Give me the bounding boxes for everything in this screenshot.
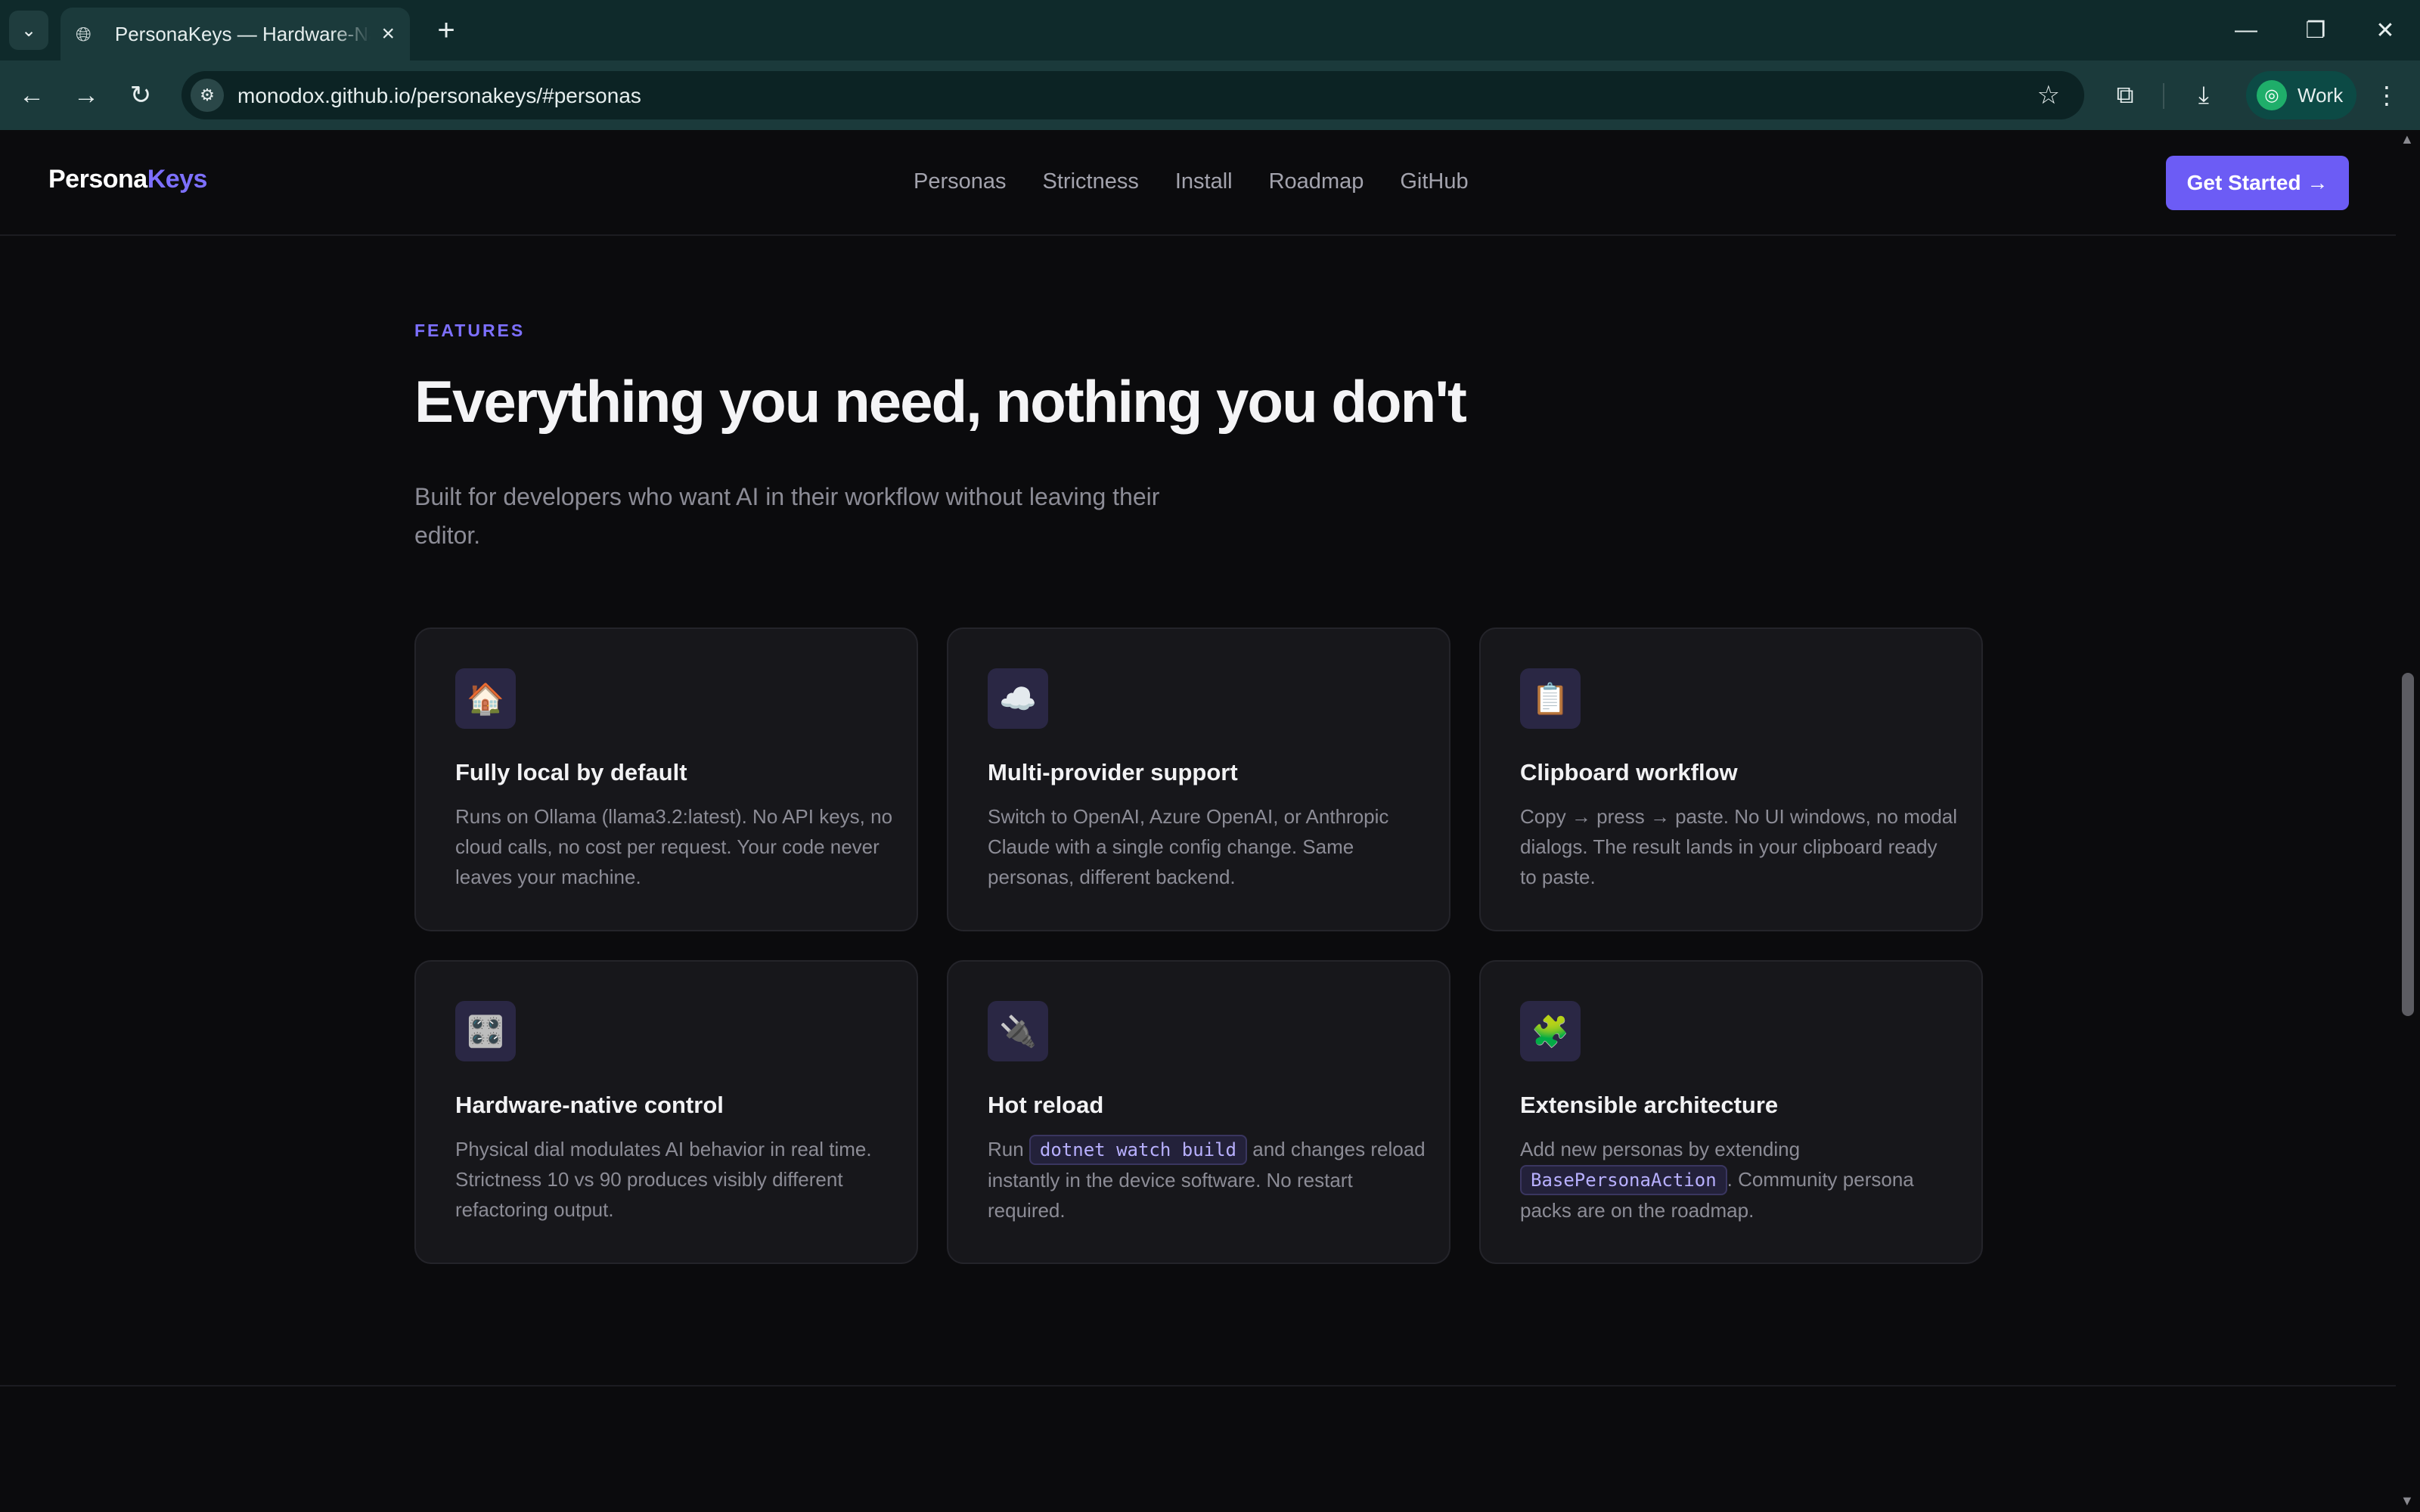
clipboard-icon: 📋 [1520, 668, 1581, 729]
download-icon[interactable]: ⤓ [2187, 79, 2220, 112]
nav-link-strictness[interactable]: Strictness [1043, 169, 1139, 194]
feature-card-local: 🏠 Fully local by default Runs on Ollama … [414, 627, 918, 931]
feature-title: Multi-provider support [988, 759, 1238, 785]
tab-strip: ⌄ 🌐︎ PersonaKeys — Hardware-Native × + —… [0, 0, 2420, 60]
menu-kebab-icon[interactable]: ⋮ [2370, 79, 2403, 112]
feature-card-extensible: 🧩 Extensible architecture Add new person… [1479, 960, 1983, 1264]
cloud-icon: ☁️ [988, 668, 1048, 729]
scroll-down-arrow-icon[interactable]: ▼ [2400, 1493, 2414, 1509]
close-window-button[interactable]: ✕ [2350, 0, 2420, 60]
nav-link-install[interactable]: Install [1175, 169, 1233, 194]
desc-text: Run [988, 1138, 1029, 1160]
minimize-button[interactable]: — [2211, 0, 2281, 60]
close-tab-icon[interactable]: × [381, 21, 395, 47]
plug-icon: 🔌 [988, 1001, 1048, 1061]
feature-title: Hot reload [988, 1092, 1104, 1118]
code-snippet: BasePersonaAction [1520, 1165, 1727, 1195]
control-knobs-icon: 🎛️ [455, 1001, 516, 1061]
feature-description: Runs on Ollama (llama3.2:latest). No API… [455, 805, 893, 888]
site-info-icon[interactable]: ⚙ [191, 79, 224, 112]
profile-button[interactable]: ◎ Work [2246, 71, 2356, 119]
desc-text: Add new personas by extending [1520, 1138, 1801, 1160]
chevron-down-icon: ⌄ [20, 20, 37, 41]
profile-avatar-icon: ◎ [2257, 80, 2287, 110]
page-scrollbar[interactable]: ▲ ▼ [2396, 130, 2420, 1512]
feature-description: Run dotnet watch build and changes reloa… [988, 1134, 1426, 1225]
forward-button[interactable]: → [67, 76, 106, 115]
url-text: monodox.github.io/personakeys/#personas [237, 84, 641, 107]
scroll-up-arrow-icon[interactable]: ▲ [2400, 132, 2414, 147]
feature-card-clipboard: 📋 Clipboard workflow Copy → press → past… [1479, 627, 1983, 931]
globe-icon: 🌐︎ [76, 23, 92, 45]
nav-link-github[interactable]: GitHub [1400, 169, 1468, 194]
new-tab-button[interactable]: + [427, 11, 466, 50]
feature-card-hardware: 🎛️ Hardware-native control Physical dial… [414, 960, 918, 1264]
scrollbar-thumb[interactable] [2402, 673, 2414, 1016]
address-bar[interactable]: ⚙ monodox.github.io/personakeys/#persona… [182, 71, 2084, 119]
feature-card-multi-provider: ☁️ Multi-provider support Switch to Open… [947, 627, 1450, 931]
feature-title: Fully local by default [455, 759, 687, 785]
tab-title: PersonaKeys — Hardware-Native [114, 22, 371, 45]
section-eyebrow: FEATURES [414, 321, 526, 340]
feature-card-hot-reload: 🔌 Hot reload Run dotnet watch build and … [947, 960, 1450, 1264]
section-divider [0, 1385, 2396, 1387]
page-viewport: PersonaKeys Personas Strictness Install … [0, 130, 2396, 1512]
browser-chrome: ⌄ 🌐︎ PersonaKeys — Hardware-Native × + —… [0, 0, 2420, 130]
site-logo[interactable]: PersonaKeys [48, 165, 207, 194]
code-snippet: dotnet watch build [1028, 1135, 1248, 1165]
restore-button[interactable]: ❐ [2281, 0, 2350, 60]
back-button[interactable]: ← [12, 76, 51, 115]
site-nav-links: Personas Strictness Install Roadmap GitH… [914, 169, 1469, 194]
section-heading: Everything you need, nothing you don't [414, 368, 1467, 435]
tab-search-button[interactable]: ⌄ [9, 11, 48, 50]
feature-description: Physical dial modulates AI behavior in r… [455, 1138, 872, 1221]
feature-title: Clipboard workflow [1520, 759, 1738, 785]
feature-description: Add new personas by extending BasePerson… [1520, 1134, 1959, 1225]
feature-description: Copy → press → paste. No UI windows, no … [1520, 805, 1958, 888]
site-header: PersonaKeys Personas Strictness Install … [0, 130, 2396, 236]
get-started-button[interactable]: Get Started → [2166, 156, 2349, 210]
nav-link-personas[interactable]: Personas [914, 169, 1007, 194]
nav-link-roadmap[interactable]: Roadmap [1269, 169, 1364, 194]
feature-description: Switch to OpenAI, Azure OpenAI, or Anthr… [988, 805, 1389, 888]
logo-main-text: Persona [48, 165, 147, 194]
extensions-icon[interactable]: ⧉ [2108, 79, 2142, 112]
toolbar-divider [2163, 83, 2164, 109]
logo-accent-text: Keys [147, 165, 208, 194]
feature-title: Extensible architecture [1520, 1092, 1779, 1118]
browser-toolbar: ← → ↻ ⚙ monodox.github.io/personakeys/#p… [0, 60, 2420, 130]
browser-tab-active[interactable]: 🌐︎ PersonaKeys — Hardware-Native × [60, 8, 410, 60]
bookmark-star-icon[interactable]: ☆ [2037, 80, 2060, 110]
reload-button[interactable]: ↻ [121, 76, 160, 115]
section-lede: Built for developers who want AI in thei… [414, 483, 1160, 549]
profile-label: Work [2297, 83, 2344, 107]
puzzle-icon: 🧩 [1520, 1001, 1581, 1061]
feature-title: Hardware-native control [455, 1092, 724, 1118]
house-icon: 🏠 [455, 668, 516, 729]
